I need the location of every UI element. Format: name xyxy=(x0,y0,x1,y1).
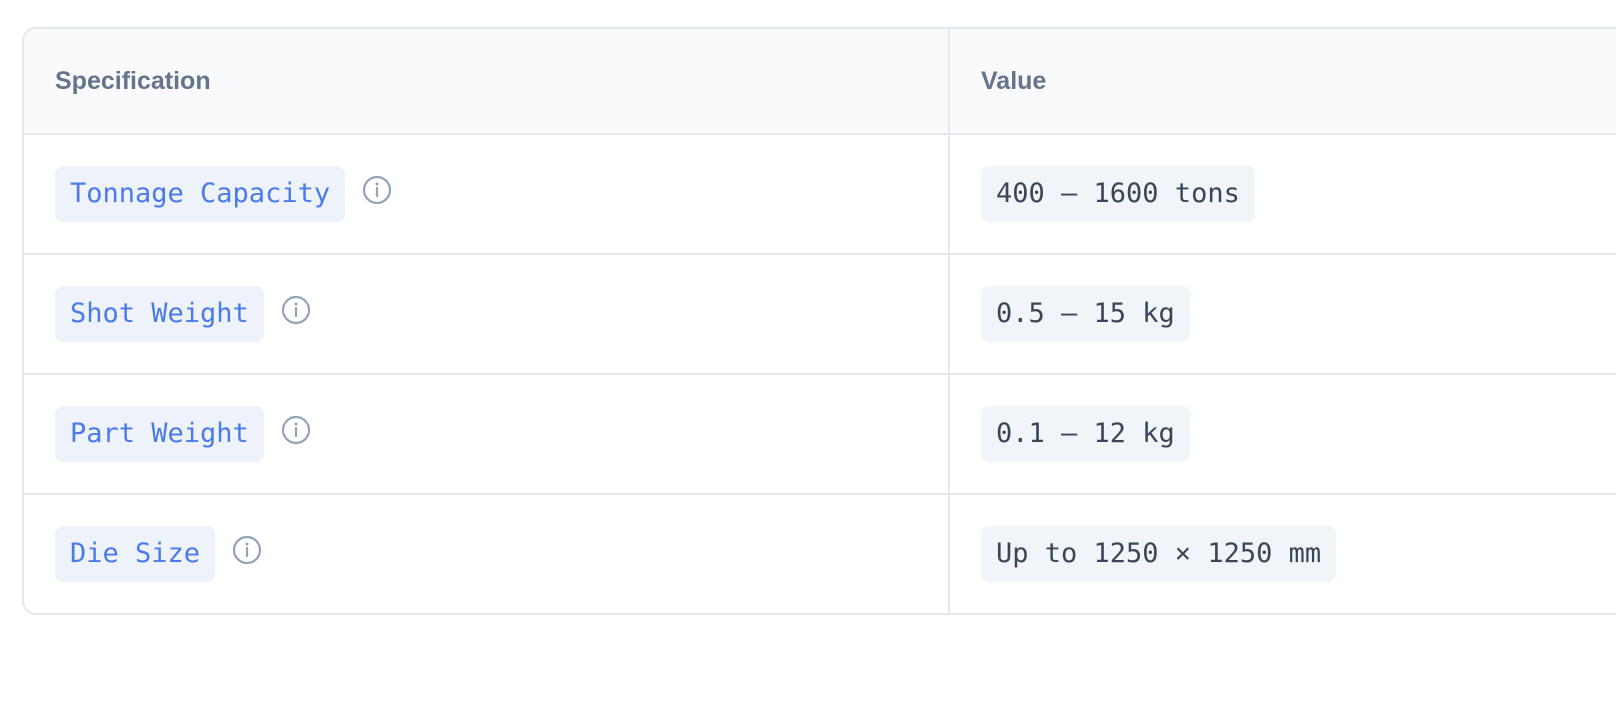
info-icon[interactable] xyxy=(280,294,312,326)
spec-label-part-weight: Part Weight xyxy=(55,406,264,462)
spec-cell: Shot Weight xyxy=(24,253,949,374)
value-part-weight: 0.1 – 12 kg xyxy=(981,406,1190,462)
value-cell: 0.5 – 15 kg xyxy=(948,253,1616,374)
spec-cell: Part Weight xyxy=(24,373,949,494)
spec-label-die-size: Die Size xyxy=(55,526,216,582)
table-header-row: Specification Value xyxy=(24,29,1616,135)
spec-label-tonnage-capacity: Tonnage Capacity xyxy=(55,166,346,222)
spec-cell: Die Size xyxy=(24,493,949,613)
table-row: Shot Weight 0.5 – 15 kg xyxy=(24,253,1616,374)
value-cell: Up to 1250 × 1250 mm xyxy=(948,493,1616,613)
value-shot-weight: 0.5 – 15 kg xyxy=(981,286,1190,342)
info-icon[interactable] xyxy=(361,174,393,206)
spec-label-shot-weight: Shot Weight xyxy=(55,286,264,342)
column-header-specification: Specification xyxy=(24,29,949,135)
value-cell: 400 – 1600 tons xyxy=(948,134,1616,254)
value-tonnage-capacity: 400 – 1600 tons xyxy=(981,166,1255,222)
table-row: Part Weight 0.1 – 12 kg xyxy=(24,373,1616,494)
value-die-size: Up to 1250 × 1250 mm xyxy=(981,526,1337,582)
spec-table: Specification Value Tonnage Capacity 400… xyxy=(22,27,1616,615)
table-row: Tonnage Capacity 400 – 1600 tons xyxy=(24,134,1616,254)
info-icon[interactable] xyxy=(280,414,312,446)
column-header-value: Value xyxy=(948,29,1616,135)
info-icon[interactable] xyxy=(231,534,263,566)
table-row: Die Size Up to 1250 × 1250 mm xyxy=(24,493,1616,613)
value-cell: 0.1 – 12 kg xyxy=(948,373,1616,494)
spec-cell: Tonnage Capacity xyxy=(24,134,949,254)
